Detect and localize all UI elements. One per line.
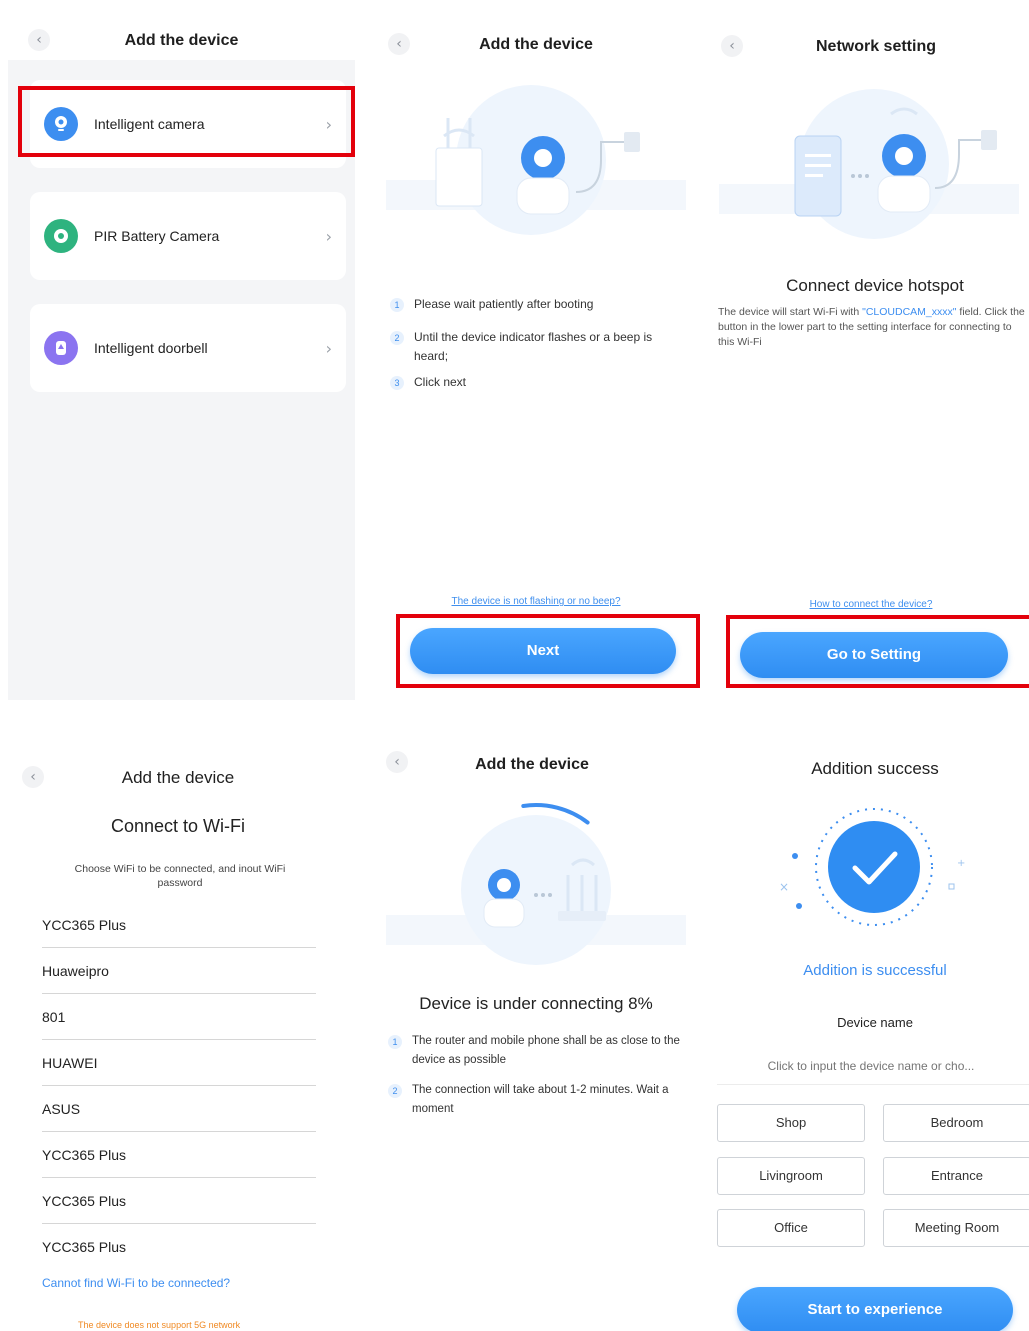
instruction-step: 3 Click next (390, 373, 686, 392)
connecting-illustration (386, 795, 686, 965)
room-option-meeting-room[interactable]: Meeting Room (883, 1209, 1029, 1247)
hotspot-illustration (719, 84, 1019, 244)
device-name-input[interactable] (741, 1054, 1001, 1078)
wifi-network-item[interactable]: 801 (42, 994, 316, 1040)
panel-network-setting: ‹ Network setting Connect device hotspot… (713, 0, 1029, 700)
wifi-network-item[interactable]: YCC365 Plus (42, 902, 316, 948)
panel-connect-wifi: ‹ Add the device Connect to Wi-Fi Choose… (0, 740, 356, 1331)
doorbell-icon (44, 331, 78, 365)
wifi-network-item[interactable]: HUAWEI (42, 1040, 316, 1086)
highlight-box-next-button (396, 614, 700, 688)
help-link-no-flashing[interactable]: The device is not flashing or no beep? (366, 596, 706, 607)
highlight-box-go-to-setting (726, 615, 1029, 688)
header-bar (8, 0, 355, 60)
connecting-progress-arc (521, 803, 590, 825)
step-number: 1 (388, 1035, 402, 1049)
highlight-box-intelligent-camera (18, 86, 355, 157)
wifi-network-item[interactable]: Huaweipro (42, 948, 316, 994)
setup-illustration (386, 80, 686, 235)
panel-prepare-device: ‹ Add the device 1 Please wait patiently… (366, 0, 706, 700)
instruction-step: 2 The connection will take about 1-2 min… (388, 1081, 688, 1119)
wifi-network-item[interactable]: YCC365 Plus (42, 1178, 316, 1224)
step-text: The connection will take about 1-2 minut… (412, 1084, 669, 1115)
chevron-right-icon: › (325, 338, 332, 358)
wifi-network-item[interactable]: ASUS (42, 1086, 316, 1132)
page-title: Add the device (121, 768, 235, 787)
chevron-right-icon: › (325, 226, 332, 246)
instruction-step: 1 The router and mobile phone shall be a… (388, 1032, 688, 1070)
wifi-network-item[interactable]: YCC365 Plus (42, 1224, 316, 1270)
help-link-how-to-connect[interactable]: How to connect the device? (713, 599, 1029, 610)
hotspot-ssid: "CLOUDCAM_xxxx" (862, 306, 957, 318)
success-illustration: × + + (773, 798, 981, 948)
hotspot-description: The device will start Wi-Fi with "CLOUDC… (718, 305, 1029, 350)
connecting-status: Device is under connecting 8% (419, 994, 653, 1013)
device-type-label: Intelligent doorbell (94, 340, 208, 356)
room-option-bedroom[interactable]: Bedroom (883, 1104, 1029, 1142)
instruction-step: 1 Please wait patiently after booting (390, 295, 686, 314)
wifi-subtitle: Choose WiFi to be connected, and inout W… (74, 863, 286, 889)
step-text: The router and mobile phone shall be as … (412, 1035, 680, 1066)
success-text: Addition is successful (803, 962, 947, 979)
instruction-step: 2 Until the device indicator flashes or … (390, 328, 686, 366)
device-type-pir-battery-camera[interactable]: PIR Battery Camera › (30, 192, 346, 280)
room-option-shop[interactable]: Shop (717, 1104, 865, 1142)
svg-text:+: + (957, 858, 965, 869)
room-option-livingroom[interactable]: Livingroom (717, 1157, 865, 1195)
5g-not-supported-note: The device does not support 5G network (78, 1320, 241, 1330)
wifi-network-item[interactable]: YCC365 Plus (42, 1132, 316, 1178)
page-title: Add the device (124, 32, 239, 49)
section-heading: Connect to Wi-Fi (110, 816, 246, 836)
step-text: Please wait patiently after booting (414, 297, 594, 311)
device-type-label: PIR Battery Camera (94, 228, 220, 244)
room-option-entrance[interactable]: Entrance (883, 1157, 1029, 1195)
page-title: Addition success (811, 759, 939, 778)
panel-addition-success: Addition success × + + Addition is succe… (713, 740, 1029, 1331)
start-to-experience-button[interactable]: Start to experience (737, 1287, 1013, 1331)
device-name-label: Device name (837, 1015, 913, 1030)
page-title: Network setting (815, 38, 936, 55)
step-number: 2 (390, 331, 404, 345)
section-heading: Connect device hotspot (786, 276, 964, 295)
step-number: 2 (388, 1084, 402, 1098)
step-number: 3 (390, 376, 404, 390)
step-number: 1 (390, 298, 404, 312)
step-text: Click next (414, 375, 467, 389)
panel-device-connecting: ‹ Add the device Device is under connect… (366, 740, 706, 1331)
svg-text:×: × (779, 880, 789, 894)
pir-camera-icon (44, 219, 78, 253)
device-type-intelligent-doorbell[interactable]: Intelligent doorbell › (30, 304, 346, 392)
cannot-find-wifi-link[interactable]: Cannot find Wi-Fi to be connected? (42, 1276, 230, 1290)
page-title: Add the device (475, 756, 589, 773)
divider (717, 1084, 1029, 1085)
page-title: Add the device (479, 36, 593, 53)
description-text: The device will start Wi-Fi with (718, 306, 863, 318)
step-text: Until the device indicator flashes or a … (414, 330, 653, 363)
room-option-office[interactable]: Office (717, 1209, 865, 1247)
